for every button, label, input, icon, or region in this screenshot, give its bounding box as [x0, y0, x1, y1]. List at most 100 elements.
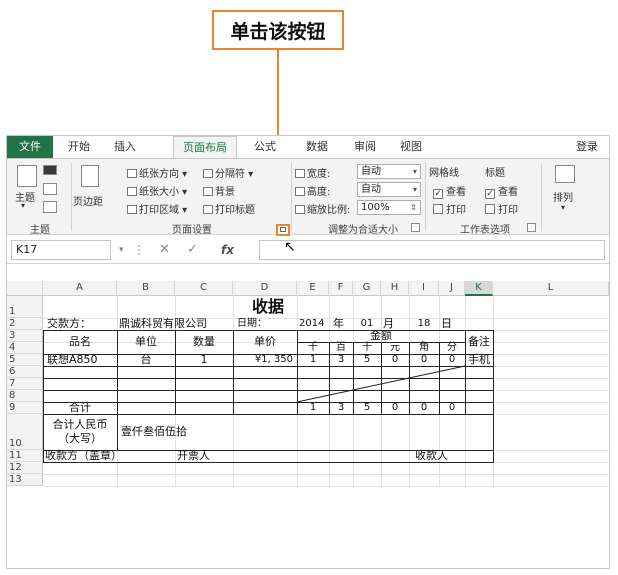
item-name: 联想A850 — [47, 353, 98, 366]
print-titles-button[interactable]: 打印标题 — [203, 201, 255, 216]
width-icon — [295, 169, 305, 178]
column-header[interactable]: F — [329, 281, 353, 296]
margins-button[interactable]: 页边距 — [73, 193, 103, 208]
effects-icon[interactable] — [43, 201, 57, 213]
column-header[interactable]: K — [465, 281, 493, 296]
rmb-label-line2: （大写） — [58, 432, 102, 445]
sheet-options-group-label: 工作表选项 — [460, 225, 510, 236]
arrange-icon[interactable] — [555, 165, 575, 183]
formula-input[interactable] — [259, 240, 605, 260]
column-header[interactable]: H — [381, 281, 409, 296]
tab-insert[interactable]: 插入 — [105, 136, 145, 158]
row-header[interactable]: 1 — [7, 296, 43, 318]
print-titles-icon — [203, 205, 213, 214]
row-header[interactable]: 4 — [7, 342, 43, 354]
column-header[interactable]: L — [493, 281, 609, 296]
row-header[interactable]: 8 — [7, 390, 43, 402]
ribbon-tabs: 文件 开始 插入 页面布局 公式 数据 审阅 视图 登录 — [7, 136, 609, 159]
colors-icon[interactable] — [43, 165, 57, 175]
gridlines-print-checkbox[interactable]: 打印 — [433, 201, 466, 216]
row-header[interactable]: 10 — [7, 414, 43, 450]
size-icon — [127, 187, 137, 196]
background-button[interactable]: 背景 — [203, 183, 235, 198]
footer-issuer: 开票人 — [177, 449, 210, 462]
row-header[interactable]: 3 — [7, 330, 43, 342]
row-header[interactable]: 11 — [7, 450, 43, 462]
scale-group-label: 调整为合适大小 — [328, 225, 398, 236]
cancel-icon[interactable]: ✕ — [159, 240, 170, 260]
table-border — [43, 390, 494, 391]
height-dropdown[interactable]: 自动 ▾ — [357, 182, 421, 197]
headings-view-checkbox[interactable]: ✓ 查看 — [485, 183, 518, 199]
print-area-button[interactable]: 打印区域 ▾ — [127, 201, 187, 216]
namebox-dropdown-icon[interactable]: ▾ — [119, 240, 124, 260]
height-value: 自动 — [361, 184, 381, 195]
tab-file[interactable]: 文件 — [7, 136, 53, 158]
page-setup-dialog-launcher-icon[interactable] — [276, 224, 290, 236]
tab-formulas[interactable]: 公式 — [245, 136, 285, 158]
table-border — [43, 378, 494, 379]
row-header[interactable]: 6 — [7, 366, 43, 378]
select-all-corner[interactable] — [7, 281, 43, 296]
separator — [425, 163, 426, 231]
gridline — [43, 486, 609, 487]
width-dropdown[interactable]: 自动 ▾ — [357, 164, 421, 179]
column-header[interactable]: A — [43, 281, 117, 296]
tab-review[interactable]: 审阅 — [345, 136, 385, 158]
row-header[interactable]: 2 — [7, 318, 43, 330]
name-box[interactable]: K17 — [11, 240, 111, 260]
digit-header: 元 — [390, 342, 400, 353]
headings-print-checkbox[interactable]: 打印 — [485, 201, 518, 216]
row-header[interactable]: 5 — [7, 354, 43, 366]
arrange-dropdown-arrow-icon[interactable]: ▾ — [561, 203, 565, 212]
scale-spinner[interactable]: 100% ⇕ — [357, 200, 421, 215]
formula-bar: K17 ▾ ⋮ ✕ ✓ fx — [7, 236, 609, 264]
column-header[interactable]: J — [439, 281, 465, 296]
tab-home[interactable]: 开始 — [59, 136, 99, 158]
breaks-button[interactable]: 分隔符 ▾ — [203, 165, 253, 180]
themes-icon[interactable] — [17, 165, 37, 187]
column-header[interactable]: I — [409, 281, 439, 296]
scale-dialog-launcher-icon[interactable] — [411, 223, 420, 232]
callout-text: 单击该按钮 — [230, 20, 326, 43]
insert-function-button[interactable]: fx — [221, 240, 234, 260]
digit-header: 分 — [447, 342, 457, 353]
row-header[interactable]: 13 — [7, 474, 43, 486]
orientation-button[interactable]: 纸张方向 ▾ — [127, 165, 187, 180]
tab-page-layout[interactable]: 页面布局 — [173, 136, 237, 159]
column-header[interactable]: D — [233, 281, 297, 296]
row-header[interactable]: 12 — [7, 462, 43, 474]
item-amount-digit: 5 — [363, 354, 371, 365]
rmb-label-line1: 合计人民币 — [52, 418, 108, 431]
table-border — [43, 366, 494, 367]
date-label: 日期： — [237, 318, 267, 329]
themes-dropdown-arrow-icon[interactable]: ▾ — [21, 201, 25, 210]
row-header[interactable]: 7 — [7, 378, 43, 390]
scale-icon — [295, 205, 305, 214]
margins-icon[interactable] — [81, 165, 99, 187]
digit-header: 角 — [419, 342, 429, 353]
login-link[interactable]: 登录 — [567, 136, 607, 158]
column-header[interactable]: G — [353, 281, 381, 296]
item-amount-digit: 1 — [309, 354, 317, 365]
column-header[interactable]: B — [117, 281, 175, 296]
scale-value: 100% — [361, 202, 390, 213]
column-header[interactable]: C — [175, 281, 233, 296]
column-header[interactable]: E — [297, 281, 329, 296]
receipt-title: 收据 — [251, 297, 284, 316]
enter-icon[interactable]: ✓ — [187, 240, 198, 260]
spinner-icon: ⇕ — [410, 203, 417, 212]
item-amount-digit: 3 — [337, 354, 345, 365]
row-header[interactable]: 9 — [7, 402, 43, 414]
gridlines-view-checkbox[interactable]: ✓ 查看 — [433, 183, 466, 199]
size-button[interactable]: 纸张大小 ▾ — [127, 183, 187, 198]
scale-label-text: 缩放比例: — [307, 205, 351, 216]
fonts-icon[interactable] — [43, 183, 57, 195]
tab-view[interactable]: 视图 — [391, 136, 431, 158]
item-remark: 手机 — [468, 353, 490, 366]
payer-label: 交款方： — [47, 317, 91, 330]
item-amount-digit: 0 — [420, 354, 428, 365]
sheet-options-dialog-launcher-icon[interactable] — [527, 223, 536, 232]
tab-data[interactable]: 数据 — [297, 136, 337, 158]
arrange-button[interactable]: 排列 — [553, 189, 573, 204]
